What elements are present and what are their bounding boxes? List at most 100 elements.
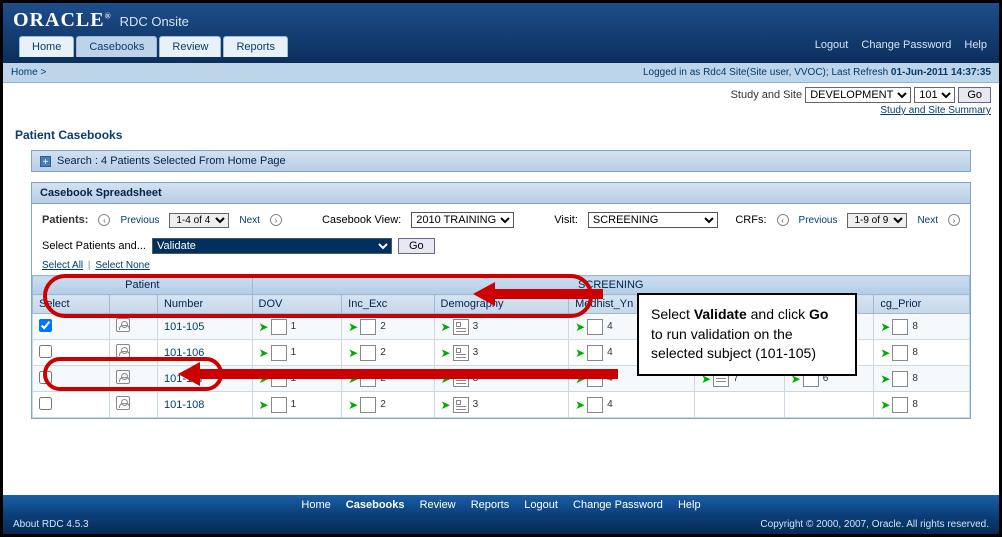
crf-next-icon[interactable]: › — [948, 214, 960, 226]
patients-next[interactable]: Next — [239, 215, 260, 226]
row-checkbox[interactable] — [39, 371, 52, 384]
cell-demo: ➤3 — [434, 314, 569, 340]
crf-icon[interactable] — [271, 319, 287, 335]
footer-logout[interactable]: Logout — [524, 499, 558, 511]
col-demography[interactable]: Demography — [434, 295, 569, 314]
cell-number: 101-108 — [157, 392, 252, 418]
crf-icon[interactable] — [587, 319, 603, 335]
next-icon[interactable]: › — [270, 214, 282, 226]
crfs-range[interactable]: 1-9 of 9 — [847, 213, 907, 228]
nav-controls-row: Patients: ‹ Previous 1-4 of 4 Next › Cas… — [32, 204, 970, 232]
footer-review[interactable]: Review — [420, 499, 456, 511]
spreadsheet-title: Casebook Spreadsheet — [32, 183, 970, 204]
crf-icon[interactable] — [271, 397, 287, 413]
crf-icon[interactable] — [360, 345, 376, 361]
col-cg-prior[interactable]: cg_Prior — [874, 295, 970, 314]
crfs-prev[interactable]: Previous — [799, 215, 838, 226]
help-link[interactable]: Help — [964, 39, 987, 51]
cell-dov: ➤1 — [252, 340, 342, 366]
cell-inc-exc: ➤2 — [342, 340, 434, 366]
arrow-icon: ➤ — [880, 347, 890, 359]
col-group-visit: SCREENING — [252, 276, 969, 295]
tab-casebooks[interactable]: Casebooks — [76, 36, 157, 57]
select-all-link[interactable]: Select All — [42, 260, 83, 271]
crf-icon[interactable] — [360, 371, 376, 387]
crf-icon[interactable] — [892, 319, 908, 335]
cell-select — [33, 340, 110, 366]
crf-icon[interactable] — [453, 319, 469, 335]
crf-icon[interactable] — [587, 345, 603, 361]
cell-number: 101-107 — [157, 366, 252, 392]
about-text[interactable]: About RDC 4.5.3 — [13, 519, 89, 530]
patients-prev[interactable]: Previous — [120, 215, 159, 226]
study-go-button[interactable]: Go — [958, 87, 991, 103]
patient-link[interactable]: 101-105 — [164, 321, 204, 333]
crf-icon[interactable] — [587, 371, 603, 387]
change-password-link[interactable]: Change Password — [861, 39, 951, 51]
crf-icon[interactable] — [360, 319, 376, 335]
logout-link[interactable]: Logout — [815, 39, 849, 51]
login-info: Logged in as Rdc4 Site(Site user, VVOC);… — [643, 67, 991, 78]
tab-home[interactable]: Home — [19, 36, 74, 57]
select-none-link[interactable]: Select None — [95, 260, 149, 271]
header-bar: ORACLE® RDC Onsite Logout Change Passwor… — [3, 3, 999, 63]
crfs-next[interactable]: Next — [917, 215, 938, 226]
crf-icon[interactable] — [892, 371, 908, 387]
col-inc-exc[interactable]: Inc_Exc — [342, 295, 434, 314]
crf-icon[interactable] — [453, 345, 469, 361]
breadcrumb[interactable]: Home > — [11, 67, 46, 78]
footer-help[interactable]: Help — [678, 499, 701, 511]
patients-range[interactable]: 1-4 of 4 — [169, 213, 229, 228]
patient-link[interactable]: 101-106 — [164, 347, 204, 359]
crf-icon[interactable] — [453, 397, 469, 413]
prev-icon[interactable]: ‹ — [98, 214, 110, 226]
arrow-icon: ➤ — [259, 399, 269, 411]
action-go-button[interactable]: Go — [398, 238, 435, 254]
footer-reports[interactable]: Reports — [471, 499, 510, 511]
crf-icon[interactable] — [271, 371, 287, 387]
arrow-icon: ➤ — [441, 321, 451, 333]
site-select[interactable]: 101 — [914, 87, 955, 103]
patient-link[interactable]: 101-108 — [164, 399, 204, 411]
row-checkbox[interactable] — [39, 397, 52, 410]
arrow-icon: ➤ — [441, 399, 451, 411]
crf-icon[interactable] — [892, 345, 908, 361]
crf-prev-icon[interactable]: ‹ — [777, 214, 789, 226]
tab-review[interactable]: Review — [159, 36, 221, 57]
cell-select — [33, 314, 110, 340]
cell-icon — [110, 392, 158, 418]
crf-icon[interactable] — [360, 397, 376, 413]
patient-link[interactable]: 101-107 — [164, 373, 204, 385]
crf-icon[interactable] — [892, 397, 908, 413]
crf-icon[interactable] — [453, 371, 469, 387]
cell-icon — [110, 314, 158, 340]
study-site-summary-link[interactable]: Study and Site Summary — [11, 105, 991, 116]
row-checkbox[interactable] — [39, 345, 52, 358]
col-number[interactable]: Number — [157, 295, 252, 314]
footer-casebooks[interactable]: Casebooks — [346, 499, 405, 511]
casebook-view-select[interactable]: 2010 TRAINING — [411, 212, 514, 228]
select-links: Select All | Select None — [32, 260, 970, 275]
action-select[interactable]: Validate — [152, 238, 392, 254]
copyright-text: Copyright © 2000, 2007, Oracle. All righ… — [760, 519, 989, 530]
visit-select[interactable]: SCREENING — [588, 212, 718, 228]
cell-inc-exc: ➤2 — [342, 392, 434, 418]
patients-label: Patients: — [42, 214, 88, 226]
tab-reports[interactable]: Reports — [223, 36, 288, 57]
crf-icon[interactable] — [587, 397, 603, 413]
study-site-row: Study and Site DEVELOPMENT 101 Go Study … — [3, 83, 999, 120]
row-checkbox[interactable] — [39, 319, 52, 332]
expand-icon[interactable]: + — [40, 156, 51, 167]
cell-cg-prior: ➤8 — [874, 366, 970, 392]
col-icon — [110, 295, 158, 314]
arrow-icon: ➤ — [441, 347, 451, 359]
footer-home[interactable]: Home — [301, 499, 330, 511]
patient-icon — [116, 396, 130, 410]
study-select[interactable]: DEVELOPMENT — [805, 87, 911, 103]
cell-icon — [110, 366, 158, 392]
col-group-patient: Patient — [33, 276, 253, 295]
arrow-icon: ➤ — [259, 373, 269, 385]
crf-icon[interactable] — [271, 345, 287, 361]
col-dov[interactable]: DOV — [252, 295, 342, 314]
footer-change-pw[interactable]: Change Password — [573, 499, 663, 511]
